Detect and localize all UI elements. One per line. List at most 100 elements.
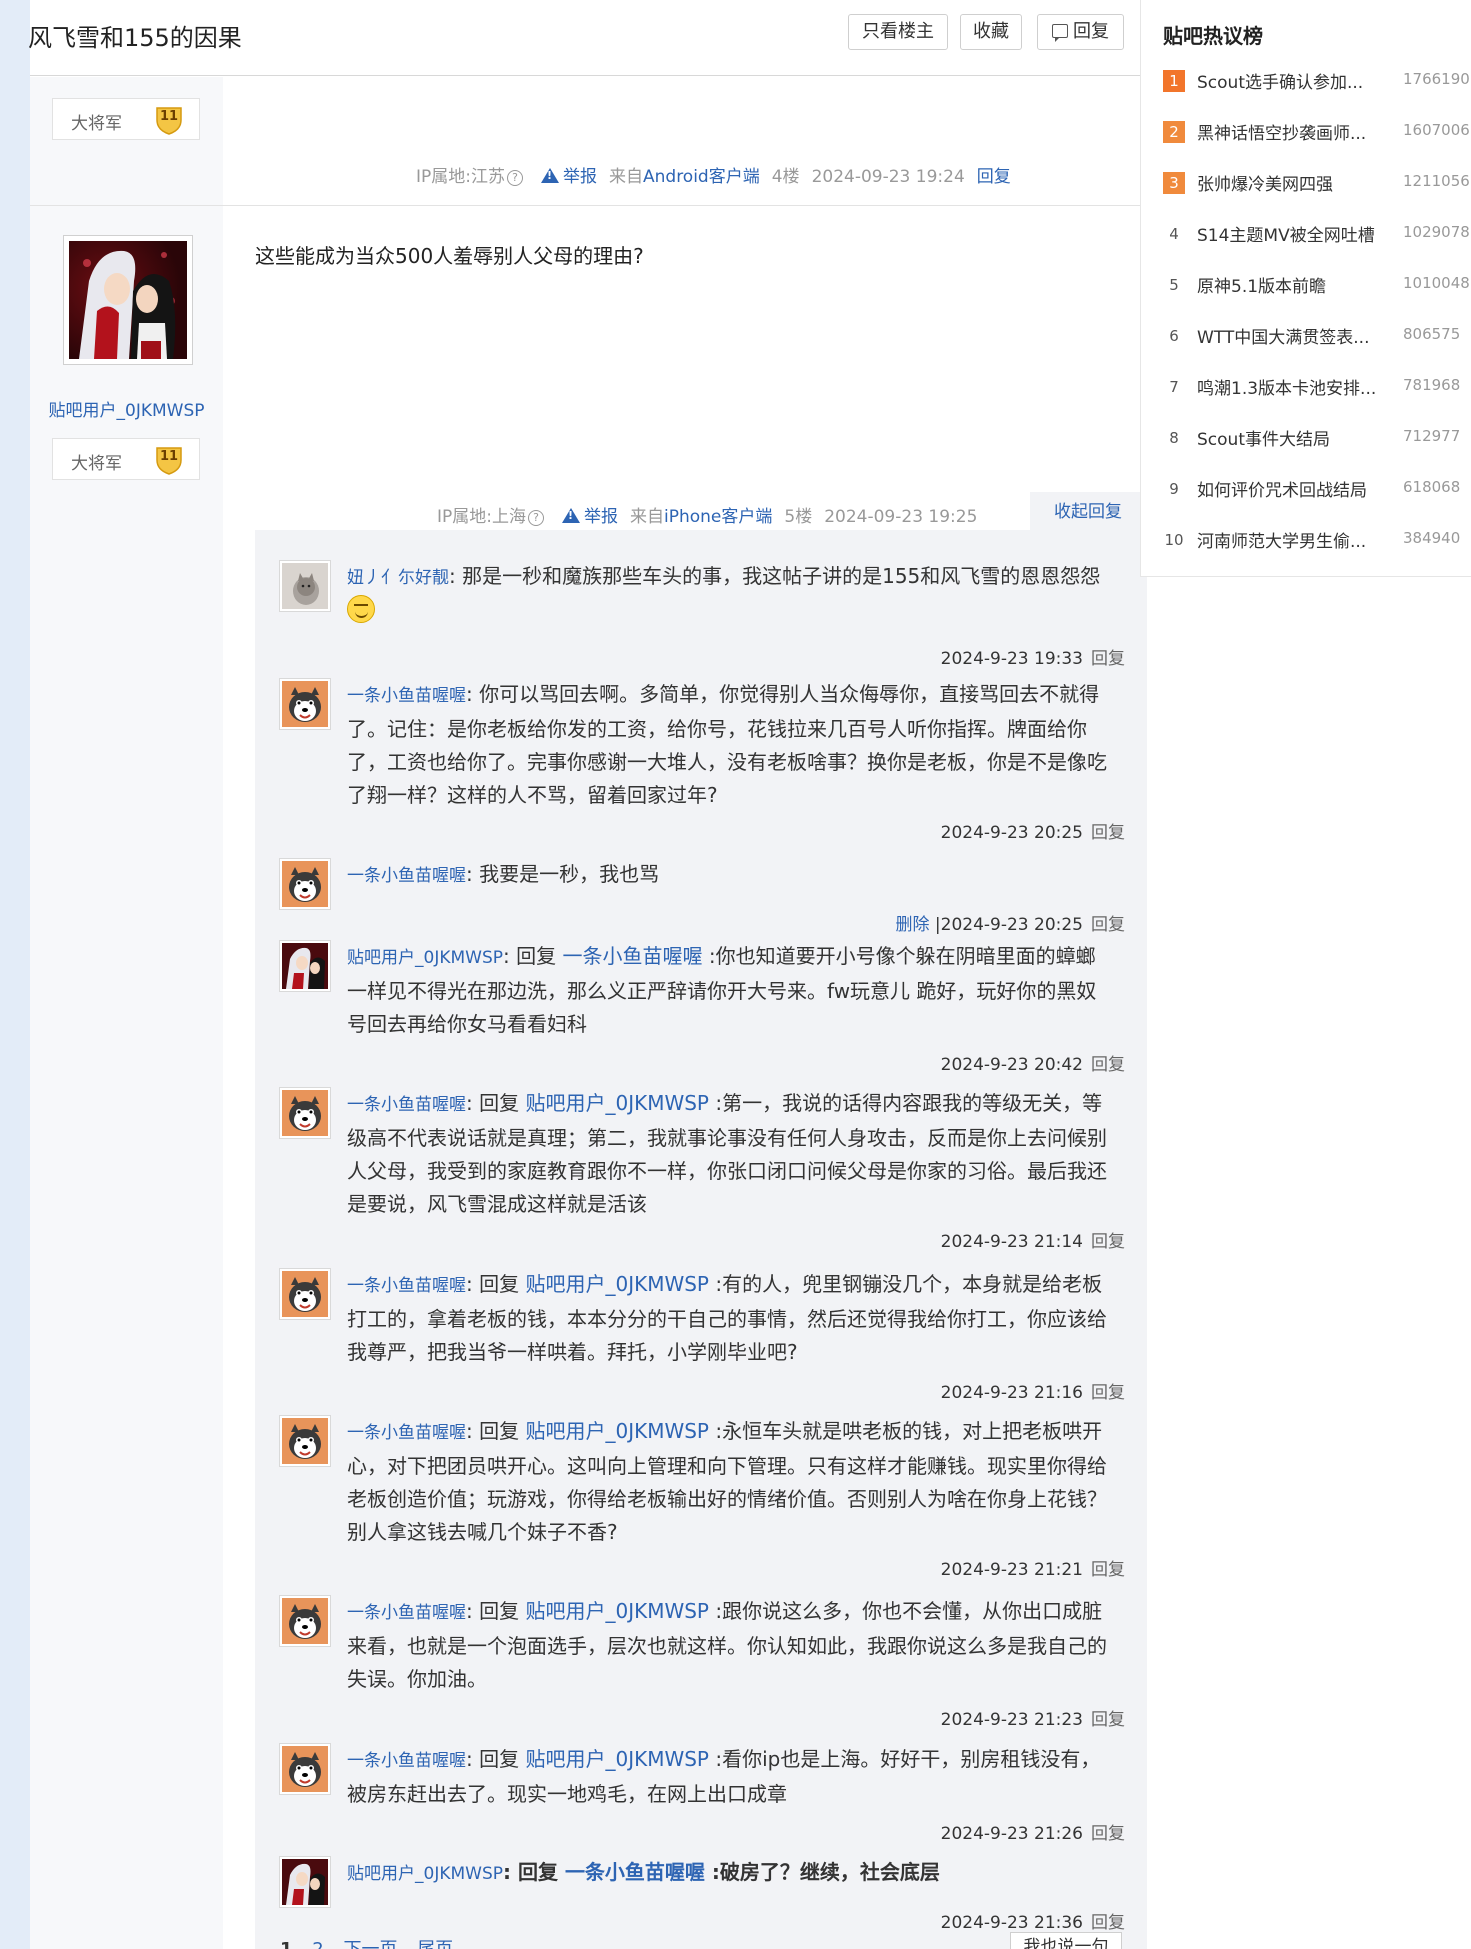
hot-topics-sidebar: 贴吧热议榜 1 Scout选手确认参加... 1766190 2 黑神话悟空抄袭画师..… [1140, 0, 1471, 577]
post-time: 2024-09-23 19:25 [824, 507, 978, 527]
sub-reply-avatar[interactable] [279, 1268, 331, 1320]
sub-reply-avatar[interactable] [279, 1743, 331, 1795]
sub-reply-reply-link[interactable]: 回复 [1091, 1560, 1125, 1580]
page-last[interactable]: 尾页 [417, 1939, 453, 1949]
reply-button[interactable]: 回复 [1037, 14, 1124, 50]
page-next[interactable]: 下一页 [343, 1939, 397, 1949]
sub-reply-reply-link[interactable]: 回复 [1091, 1232, 1125, 1252]
hot-topic-item[interactable]: 6 WTT中国大满贯签表... 806575 [1163, 321, 1471, 351]
sub-reply-username[interactable]: 一条小鱼苗喔喔 [347, 1751, 466, 1771]
hot-topic-title[interactable]: 如何评价咒术回战结局 [1197, 476, 1387, 501]
sub-reply-username[interactable]: 贴吧用户_0JKMWSP [347, 948, 503, 968]
sub-reply-avatar[interactable] [279, 1415, 331, 1467]
collapse-replies-tab[interactable]: 收起回复 [1030, 492, 1146, 532]
hot-topic-item[interactable]: 5 原神5.1版本前瞻 1010048 [1163, 270, 1471, 300]
reply-to-prefix: 回复 [479, 1091, 520, 1115]
sub-reply-username[interactable]: 一条小鱼苗喔喔 [347, 1603, 466, 1623]
hot-topic-item[interactable]: 3 张帅爆冷美网四强 1211056 [1163, 168, 1471, 198]
sub-reply-text: 一条小鱼苗喔喔: 我要是一秒，我也骂 [347, 862, 660, 886]
post5-rank-badge[interactable]: 大将军 11 [52, 438, 200, 480]
sub-reply-avatar[interactable] [279, 940, 331, 992]
hot-topic-title[interactable]: 鸣潮1.3版本卡池安排... [1197, 374, 1387, 399]
reply-to-target[interactable]: 贴吧用户_0JKMWSP [525, 1599, 709, 1623]
help-icon[interactable]: ? [507, 170, 523, 186]
hot-topic-title[interactable]: S14主题MV被全网吐槽 [1197, 221, 1387, 246]
hot-topic-title[interactable]: Scout选手确认参加... [1197, 68, 1387, 93]
sub-reply-reply-link[interactable]: 回复 [1091, 1824, 1125, 1844]
hot-topic-title[interactable]: Scout事件大结局 [1197, 425, 1387, 450]
sub-reply-reply-link[interactable]: 回复 [1091, 649, 1125, 669]
sub-reply-username[interactable]: 一条小鱼苗喔喔 [347, 1423, 466, 1443]
sub-reply-text: 一条小鱼苗喔喔: 回复 贴吧用户_0JKMWSP :第一，我说的话得内容跟我的等… [347, 1091, 1107, 1216]
hot-topic-count: 1211056 [1403, 172, 1470, 190]
reply-to-target[interactable]: 一条小鱼苗喔喔 [562, 944, 702, 968]
reply-to-prefix: 回复 [517, 1860, 558, 1884]
hot-topic-count: 384940 [1403, 529, 1461, 547]
sub-reply-footer: 2024-9-23 21:36 回复 [941, 1908, 1125, 1933]
reply-to-target[interactable]: 一条小鱼苗喔喔 [565, 1860, 705, 1884]
hot-topic-item[interactable]: 1 Scout选手确认参加... 1766190 [1163, 66, 1471, 96]
post4-reply-link[interactable]: 回复 [977, 167, 1011, 187]
report-link[interactable]: 举报 [562, 507, 618, 527]
hot-topic-item[interactable]: 8 Scout事件大结局 712977 [1163, 423, 1471, 453]
sub-reply-avatar[interactable] [279, 678, 331, 730]
hot-topic-count: 781968 [1403, 376, 1461, 394]
reply-to-target[interactable]: 贴吧用户_0JKMWSP [525, 1272, 709, 1296]
reply-to-target[interactable]: 贴吧用户_0JKMWSP [525, 1419, 709, 1443]
hot-topic-item[interactable]: 10 河南师范大学男生偷... 384940 [1163, 525, 1471, 555]
sub-reply-avatar[interactable] [279, 1856, 331, 1908]
sub-reply-footer: 2024-9-23 20:42 回复 [941, 1050, 1125, 1075]
hot-topic-title[interactable]: 原神5.1版本前瞻 [1197, 272, 1387, 297]
sub-reply-time: 2024-9-23 21:23 [940, 1710, 1083, 1730]
sub-reply-reply-link[interactable]: 回复 [1091, 1710, 1125, 1730]
sub-reply-avatar[interactable] [279, 1595, 331, 1647]
sub-reply-username[interactable]: 一条小鱼苗喔喔 [347, 866, 466, 886]
hot-topic-title[interactable]: WTT中国大满贯签表... [1197, 323, 1387, 348]
hot-topic-title[interactable]: 张帅爆冷美网四强 [1197, 170, 1387, 195]
sidebar-title: 贴吧热议榜 [1163, 24, 1263, 48]
sub-reply-username[interactable]: 妞丿亻尓好靓 [347, 568, 449, 588]
hot-topic-title[interactable]: 黑神话悟空抄袭画师... [1197, 119, 1387, 144]
only-op-button[interactable]: 只看楼主 [848, 14, 948, 50]
sub-reply-time: 2024-9-23 20:25 [940, 823, 1083, 843]
post5-author-avatar[interactable] [63, 235, 193, 365]
hot-topic-title[interactable]: 河南师范大学男生偷... [1197, 527, 1387, 552]
reply-to-target[interactable]: 贴吧用户_0JKMWSP [525, 1747, 709, 1771]
sub-reply-avatar[interactable] [279, 560, 331, 612]
page-2[interactable]: 2 [312, 1939, 323, 1949]
reply-to-prefix: 回复 [479, 1419, 520, 1443]
sub-reply-reply-link[interactable]: 回复 [1091, 915, 1125, 935]
sub-reply-reply-link[interactable]: 回复 [1091, 823, 1125, 843]
delete-link[interactable]: 删除 [895, 915, 929, 935]
sub-reply-username[interactable]: 一条小鱼苗喔喔 [347, 1095, 466, 1115]
hot-topic-item[interactable]: 7 鸣潮1.3版本卡池安排... 781968 [1163, 372, 1471, 402]
sub-reply-reply-link[interactable]: 回复 [1091, 1913, 1125, 1933]
client-link[interactable]: Android客户端 [643, 167, 760, 187]
hot-topic-item[interactable]: 4 S14主题MV被全网吐槽 1029078 [1163, 219, 1471, 249]
favorite-button[interactable]: 收藏 [960, 14, 1022, 50]
hot-rank-number: 6 [1169, 327, 1179, 345]
thread-main: 风飞雪和155的因果 只看楼主 收藏 回复 大将军 11 IP属地:江苏?举报来… [28, 0, 1147, 1949]
page-current[interactable]: 1 [280, 1939, 293, 1949]
post4-rank-badge[interactable]: 大将军 11 [52, 98, 200, 140]
post5-author-name[interactable]: 贴吧用户_0JKMWSP [30, 396, 223, 421]
hot-topic-item[interactable]: 9 如何评价咒术回战结局 618068 [1163, 474, 1471, 504]
hot-topic-count: 1766190 [1403, 70, 1470, 88]
sub-reply-username[interactable]: 一条小鱼苗喔喔 [347, 686, 466, 706]
help-icon[interactable]: ? [528, 510, 544, 526]
sub-reply-avatar[interactable] [279, 1087, 331, 1139]
reply-to-target[interactable]: 贴吧用户_0JKMWSP [525, 1091, 709, 1115]
sub-reply-avatar[interactable] [279, 858, 331, 910]
warning-icon [562, 508, 580, 523]
hot-topic-item[interactable]: 2 黑神话悟空抄袭画师... 1607006 [1163, 117, 1471, 147]
say-something-button[interactable]: 我也说一句 [1010, 1932, 1122, 1949]
client-link[interactable]: iPhone客户端 [664, 507, 772, 527]
sub-reply-reply-link[interactable]: 回复 [1091, 1383, 1125, 1403]
sub-reply-reply-link[interactable]: 回复 [1091, 1055, 1125, 1075]
report-link[interactable]: 举报 [541, 167, 597, 187]
sub-reply-username[interactable]: 一条小鱼苗喔喔 [347, 1276, 466, 1296]
sub-reply-time: 2024-9-23 20:25 [940, 915, 1083, 935]
sub-reply-time: 2024-9-23 21:14 [940, 1232, 1083, 1252]
sub-reply-username[interactable]: 贴吧用户_0JKMWSP [347, 1864, 503, 1884]
smile-emoji-icon [347, 595, 375, 623]
